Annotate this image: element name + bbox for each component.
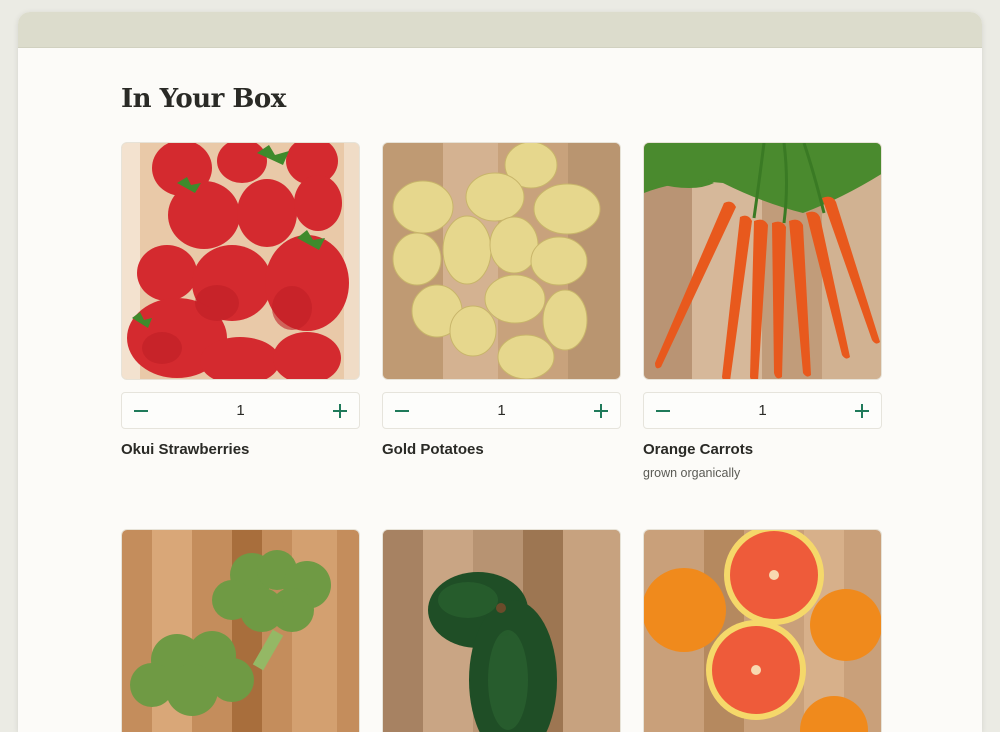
product-card [382, 529, 621, 732]
product-name: Orange Carrots [643, 441, 754, 458]
page-title: In Your Box [121, 84, 286, 114]
product-card [121, 529, 360, 732]
minus-icon[interactable] [393, 402, 411, 420]
plus-icon[interactable] [331, 402, 349, 420]
product-image-oranges [643, 529, 882, 732]
quantity-stepper: 1 [643, 392, 882, 429]
window-titlebar [18, 12, 982, 48]
product-image-carrots [643, 142, 882, 380]
quantity-value: 1 [236, 402, 245, 419]
quantity-value: 1 [497, 402, 506, 419]
product-card: 1 Gold Potatoes [382, 142, 621, 458]
quantity-value: 1 [758, 402, 767, 419]
product-image-strawberries [121, 142, 360, 380]
plus-icon[interactable] [853, 402, 871, 420]
product-image-avocado [382, 529, 621, 732]
product-name: Gold Potatoes [382, 441, 484, 458]
quantity-stepper: 1 [121, 392, 360, 429]
minus-icon[interactable] [654, 402, 672, 420]
product-card: 1 Okui Strawberries [121, 142, 360, 458]
plus-icon[interactable] [592, 402, 610, 420]
product-name: Okui Strawberries [121, 441, 250, 458]
product-card [643, 529, 882, 732]
product-image-potatoes [382, 142, 621, 380]
browser-window: In Your Box 1 Okui Strawberries 1 Gold P… [18, 12, 982, 732]
product-note: grown organically [643, 466, 741, 480]
minus-icon[interactable] [132, 402, 150, 420]
quantity-stepper: 1 [382, 392, 621, 429]
product-card: 1 Orange Carrots grown organically [643, 142, 882, 480]
product-image-broccoli [121, 529, 360, 732]
